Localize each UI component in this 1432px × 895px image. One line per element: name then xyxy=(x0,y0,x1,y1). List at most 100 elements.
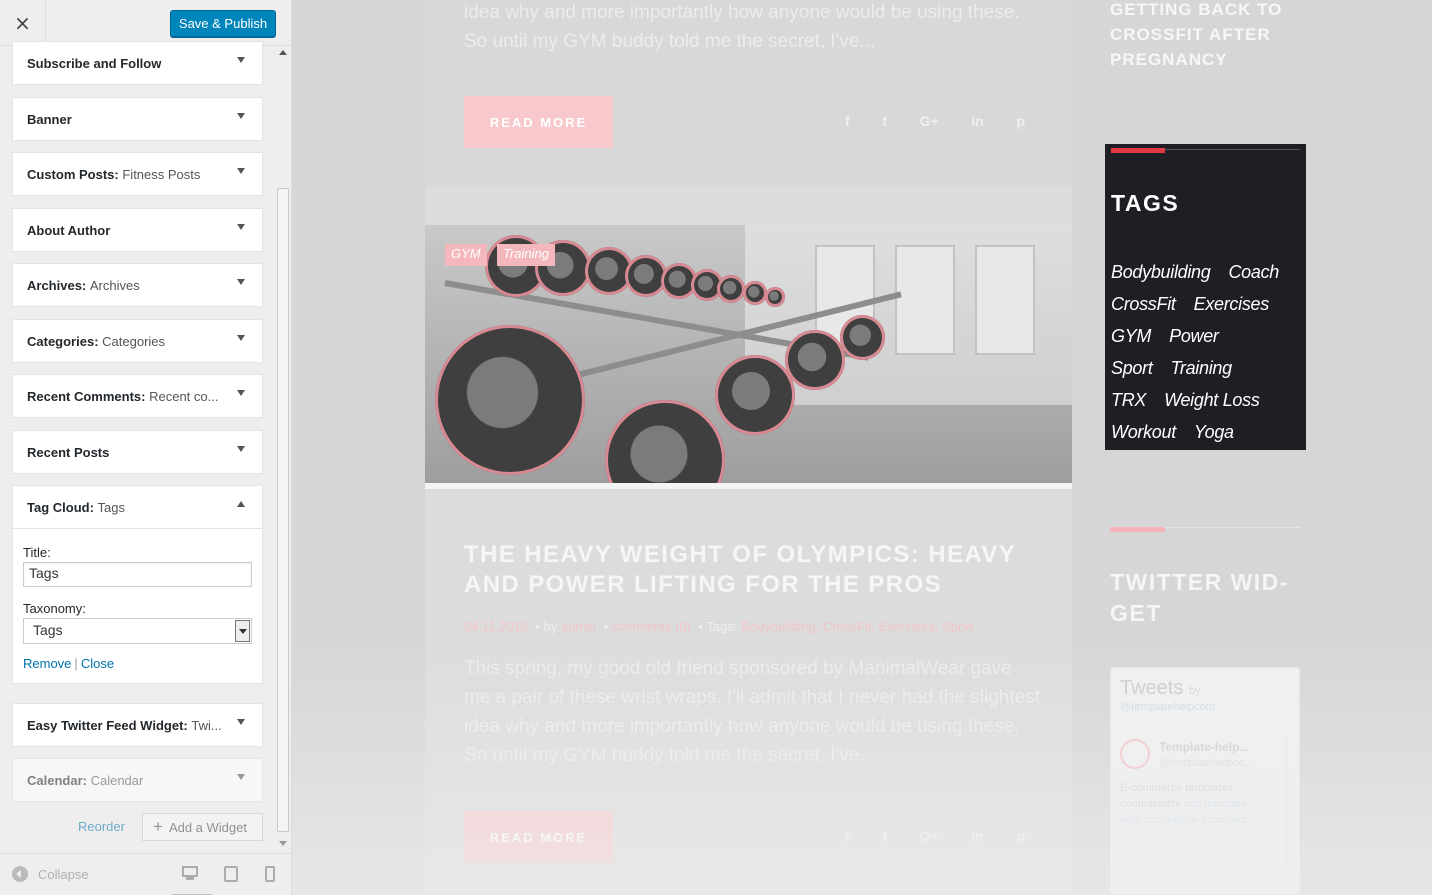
tag-link[interactable]: TRX xyxy=(1111,384,1146,416)
tag-link[interactable]: Coach xyxy=(1228,256,1279,288)
tweet-author-name[interactable]: Template-help... xyxy=(1159,740,1249,754)
chevron-down-icon[interactable] xyxy=(237,335,245,341)
close-link[interactable]: Close xyxy=(81,656,114,671)
tag-link[interactable]: Exercises xyxy=(1194,288,1270,320)
widget-custom-posts[interactable]: Custom Posts: Fitness Posts xyxy=(12,152,263,196)
add-widget-button[interactable]: + Add a Widget xyxy=(142,813,263,841)
tweet-author-handle[interactable]: @templatehelpco... xyxy=(1159,757,1254,769)
chevron-down-icon[interactable] xyxy=(237,774,245,780)
linkedin-icon[interactable]: in xyxy=(971,828,983,844)
chevron-down-icon[interactable] xyxy=(237,446,245,452)
mobile-icon[interactable] xyxy=(265,866,283,882)
widget-subscribe-and-follow[interactable]: Subscribe and Follow xyxy=(12,41,263,85)
scroll-up-icon[interactable] xyxy=(279,50,287,55)
google-plus-icon[interactable]: G+ xyxy=(920,113,939,129)
post-comments[interactable]: comments (0) xyxy=(612,619,691,634)
tweets-scrollbar[interactable] xyxy=(1286,733,1296,883)
collapse-button[interactable]: Collapse xyxy=(12,866,89,882)
add-widget-label: Add a Widget xyxy=(168,819,247,835)
tweet-text: E-commerce templates compatibility info.… xyxy=(1120,780,1275,828)
widget-title: Subscribe and Follow xyxy=(27,55,162,71)
chevron-down-icon[interactable] xyxy=(237,390,245,396)
read-more-button[interactable]: READ MORE xyxy=(464,96,613,148)
image-tag-gym[interactable]: GYM xyxy=(445,244,487,266)
chevron-down-icon[interactable] xyxy=(237,719,245,725)
tweets-handle[interactable]: @templatehelpcom xyxy=(1120,701,1215,713)
tag-cloud-form: Title: Tags Taxonomy: Tags Remove | Close xyxy=(13,528,262,683)
facebook-icon[interactable]: f xyxy=(845,828,850,844)
avatar[interactable] xyxy=(1120,739,1150,769)
tag-link[interactable]: Workout xyxy=(1111,416,1176,448)
collapse-icon xyxy=(12,866,28,882)
post-featured-image[interactable]: GYM Training xyxy=(425,225,1072,483)
tag-cloud: Bodybuilding Coach CrossFit Exercises GYM P… xyxy=(1111,256,1301,448)
linkedin-icon[interactable]: in xyxy=(971,113,983,129)
pinterest-icon[interactable]: p xyxy=(1016,113,1025,129)
reorder-link[interactable]: Reorder xyxy=(78,819,125,834)
tablet-icon[interactable] xyxy=(224,866,242,882)
dumbbell-icon xyxy=(715,355,795,435)
widget-tag-cloud[interactable]: Tag Cloud: Tags Title: Tags Taxonomy: Ta… xyxy=(12,485,263,684)
tag-link[interactable]: Training xyxy=(1171,352,1233,384)
widget-title: About Author xyxy=(27,222,111,238)
twitter-icon[interactable]: t xyxy=(882,828,887,844)
scrollbar-thumb[interactable] xyxy=(277,188,289,832)
desktop-icon[interactable] xyxy=(182,866,200,882)
chevron-down-icon[interactable] xyxy=(237,224,245,230)
tag-link[interactable]: Sport xyxy=(1111,352,1153,384)
dumbbell-icon xyxy=(785,330,845,390)
google-plus-icon[interactable]: G+ xyxy=(920,828,939,844)
recent-post-title[interactable]: GETTING BACK TO CROSSFIT AFTER PREGNANCY xyxy=(1110,0,1300,72)
widget-actions: Remove | Close xyxy=(23,656,252,671)
tag-link[interactable]: Yoga xyxy=(1194,416,1234,448)
collapse-label: Collapse xyxy=(38,866,89,882)
chevron-down-icon[interactable] xyxy=(237,168,245,174)
image-tag-training[interactable]: Training xyxy=(497,244,556,266)
tag-link[interactable]: CrossFit xyxy=(1111,288,1176,320)
dumbbell-icon xyxy=(743,281,767,305)
scroll-down-icon[interactable] xyxy=(279,841,287,846)
twitter-widget-title: TWITTER WID- GET xyxy=(1110,569,1289,626)
widget-categories[interactable]: Categories: Categories xyxy=(12,319,263,363)
widget-accent-bar xyxy=(1110,527,1165,532)
twitter-feed[interactable]: Tweets by @templatehelpcom Template-help… xyxy=(1110,667,1300,895)
widget-banner[interactable]: Banner xyxy=(12,97,263,141)
taxonomy-select[interactable]: Tags xyxy=(23,618,252,644)
post-author[interactable]: admin xyxy=(561,619,596,634)
read-more-button[interactable]: READ MORE xyxy=(464,811,613,863)
dropdown-arrow-icon[interactable] xyxy=(235,620,250,642)
customizer-footer: Collapse xyxy=(0,853,291,895)
widget-title: Archives: xyxy=(27,277,87,293)
save-publish-button[interactable]: Save & Publish xyxy=(170,10,276,37)
remove-link[interactable]: Remove xyxy=(23,656,71,671)
widget-about-author[interactable]: About Author xyxy=(12,208,263,252)
chevron-down-icon[interactable] xyxy=(237,113,245,119)
widget-archives[interactable]: Archives: Archives xyxy=(12,263,263,307)
widget-recent-comments[interactable]: Recent Comments: Recent co... xyxy=(12,374,263,418)
tag-link[interactable]: GYM xyxy=(1111,320,1151,352)
widget-title: Tag Cloud: xyxy=(27,499,94,515)
sidebar-scrollbar[interactable] xyxy=(276,46,290,851)
chevron-up-icon[interactable] xyxy=(237,501,245,507)
title-input[interactable]: Tags xyxy=(23,562,252,587)
widget-easy-twitter-feed[interactable]: Easy Twitter Feed Widget: Twi... xyxy=(12,703,263,747)
widget-title: Recent Comments: xyxy=(27,388,146,404)
post-date[interactable]: 04.11.2016 xyxy=(464,619,528,634)
dumbbell-icon xyxy=(765,287,785,307)
post-title[interactable]: THE HEAVY WEIGHT OF OLYMPICS: HEAVY AND … xyxy=(464,540,1044,600)
chevron-down-icon[interactable] xyxy=(237,57,245,63)
tag-link[interactable]: Bodybuilding xyxy=(1111,256,1211,288)
post-excerpt-line: This spring, my good old friend sponsore… xyxy=(464,658,1012,679)
pinterest-icon[interactable]: p xyxy=(1016,828,1025,844)
close-icon[interactable]: × xyxy=(0,0,46,46)
chevron-down-icon[interactable] xyxy=(237,279,245,285)
widget-calendar[interactable]: Calendar: Calendar xyxy=(12,758,263,802)
tag-link[interactable]: Weight Loss xyxy=(1164,384,1260,416)
post-excerpt-line: idea why and more importantly how anyone… xyxy=(464,716,1020,737)
widget-recent-posts[interactable]: Recent Posts xyxy=(12,430,263,474)
twitter-icon[interactable]: t xyxy=(882,113,887,129)
tag-link[interactable]: Power xyxy=(1169,320,1219,352)
facebook-icon[interactable]: f xyxy=(845,113,850,129)
post-tags[interactable]: Bodybuilding, CrossFit, Exercises, Sport xyxy=(741,619,973,634)
tweets-by: by xyxy=(1188,685,1201,697)
